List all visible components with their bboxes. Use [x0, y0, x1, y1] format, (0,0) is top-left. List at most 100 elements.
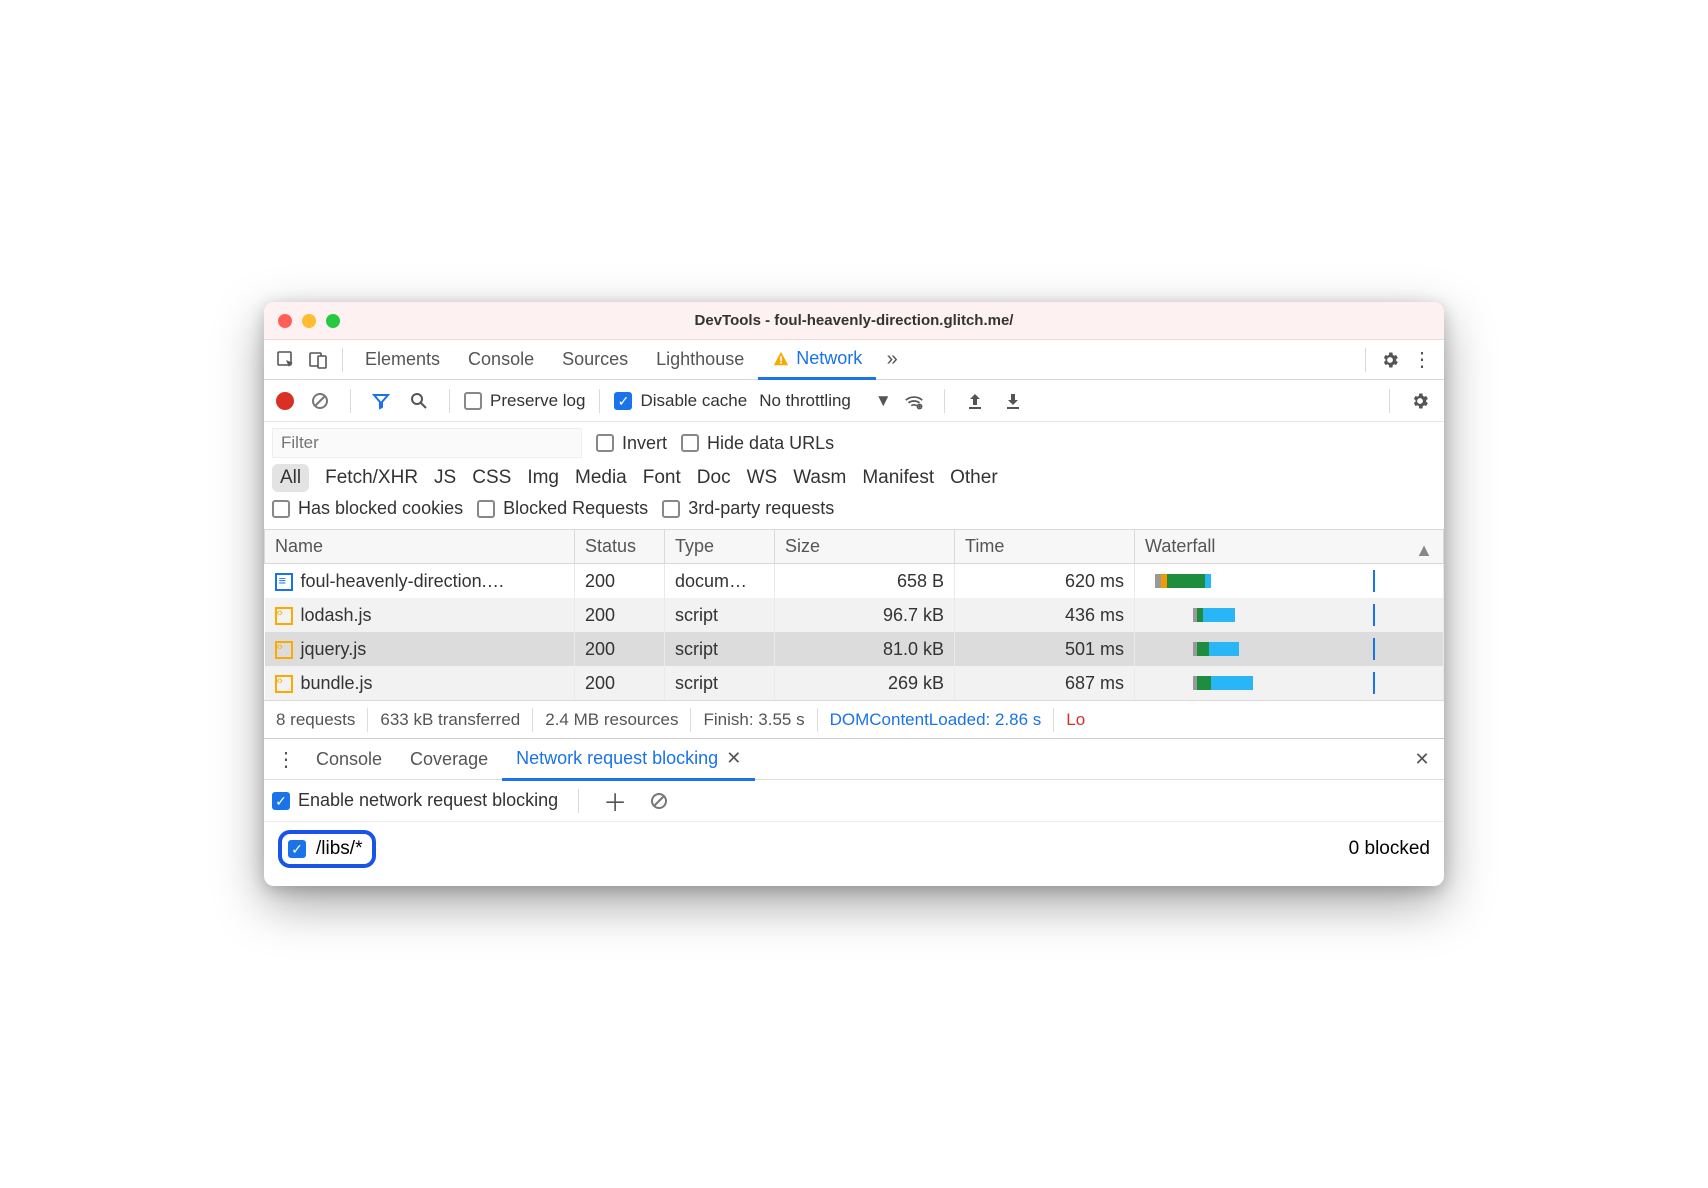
cell-size: 96.7 kB: [775, 598, 955, 632]
waterfall-cell: [1145, 604, 1433, 626]
filter-cat-font[interactable]: Font: [643, 467, 681, 489]
filter-funnel-icon[interactable]: [365, 385, 397, 417]
script-file-icon: [275, 675, 293, 693]
cell-type: script: [665, 598, 775, 632]
warning-icon: [772, 350, 790, 368]
cell-status: 200: [575, 666, 665, 700]
drawer-tab-console[interactable]: Console: [302, 738, 396, 780]
clear-patterns-icon[interactable]: [643, 785, 675, 817]
upload-har-icon[interactable]: [959, 385, 991, 417]
table-row[interactable]: jquery.js 200 script 81.0 kB 501 ms: [265, 632, 1444, 666]
settings-gear-icon[interactable]: [1374, 344, 1406, 376]
preserve-log-toggle[interactable]: Preserve log: [464, 391, 585, 411]
script-file-icon: [275, 641, 293, 659]
filter-cat-fetchxhr[interactable]: Fetch/XHR: [325, 467, 418, 489]
throttling-dropdown[interactable]: No throttling ▼: [759, 391, 892, 411]
pattern-entry-highlighted[interactable]: ✓ /libs/*: [278, 830, 376, 868]
hide-data-urls-toggle[interactable]: Hide data URLs: [681, 433, 834, 454]
close-tab-icon[interactable]: ✕: [726, 748, 741, 769]
filter-cat-js[interactable]: JS: [434, 467, 456, 489]
filter-categories: All Fetch/XHR JS CSS Img Media Font Doc …: [272, 464, 1436, 492]
tab-sources[interactable]: Sources: [548, 340, 642, 380]
table-row[interactable]: bundle.js 200 script 269 kB 687 ms: [265, 666, 1444, 700]
col-type[interactable]: Type: [665, 530, 775, 564]
window-title: DevTools - foul-heavenly-direction.glitc…: [264, 312, 1444, 329]
checkbox-icon: [272, 500, 290, 518]
filter-cat-ws[interactable]: WS: [747, 467, 778, 489]
add-pattern-icon[interactable]: ＋: [599, 785, 631, 817]
cell-size: 269 kB: [775, 666, 955, 700]
invert-label: Invert: [622, 433, 667, 454]
search-icon[interactable]: [403, 385, 435, 417]
col-waterfall[interactable]: Waterfall▲: [1135, 530, 1444, 564]
col-time[interactable]: Time: [955, 530, 1135, 564]
drawer-tab-coverage[interactable]: Coverage: [396, 738, 502, 780]
enable-blocking-toggle[interactable]: ✓ Enable network request blocking: [272, 790, 558, 811]
tab-console[interactable]: Console: [454, 340, 548, 380]
third-party-label: 3rd-party requests: [688, 498, 834, 519]
cell-name: bundle.js: [301, 673, 373, 693]
cell-size: 658 B: [775, 564, 955, 599]
blocked-requests-toggle[interactable]: Blocked Requests: [477, 498, 648, 519]
checkbox-icon: [662, 500, 680, 518]
filter-cat-img[interactable]: Img: [527, 467, 559, 489]
cell-time: 620 ms: [955, 564, 1135, 599]
cell-time: 436 ms: [955, 598, 1135, 632]
script-file-icon: [275, 607, 293, 625]
network-settings-gear-icon[interactable]: [1404, 385, 1436, 417]
record-button[interactable]: [276, 392, 294, 410]
filter-cat-css[interactable]: CSS: [472, 467, 511, 489]
tab-lighthouse[interactable]: Lighthouse: [642, 340, 758, 380]
hide-data-label: Hide data URLs: [707, 433, 834, 454]
enable-blocking-label: Enable network request blocking: [298, 790, 558, 811]
cell-type: script: [665, 632, 775, 666]
clear-icon[interactable]: [304, 385, 336, 417]
download-har-icon[interactable]: [997, 385, 1029, 417]
status-transferred: 633 kB transferred: [368, 708, 533, 732]
filter-cat-all[interactable]: All: [272, 464, 309, 492]
pattern-text: /libs/*: [316, 838, 362, 860]
col-size[interactable]: Size: [775, 530, 955, 564]
cell-size: 81.0 kB: [775, 632, 955, 666]
checkbox-icon: [477, 500, 495, 518]
dropdown-caret-icon: ▼: [875, 391, 892, 411]
pattern-row: ✓ /libs/* 0 blocked: [264, 822, 1444, 886]
tab-elements[interactable]: Elements: [351, 340, 454, 380]
cell-type: script: [665, 666, 775, 700]
status-domcontentloaded: DOMContentLoaded: 2.86 s: [818, 708, 1055, 732]
blocked-cookies-toggle[interactable]: Has blocked cookies: [272, 498, 463, 519]
cell-name: foul-heavenly-direction.…: [301, 571, 505, 591]
drawer-tab-request-blocking[interactable]: Network request blocking ✕: [502, 739, 755, 781]
cell-status: 200: [575, 632, 665, 666]
checkbox-icon: [464, 392, 482, 410]
panel-tabs: Elements Console Sources Lighthouse Netw…: [264, 340, 1444, 380]
filter-cat-manifest[interactable]: Manifest: [862, 467, 934, 489]
filter-input[interactable]: [272, 428, 582, 458]
drawer-kebab-icon[interactable]: ⋮: [270, 743, 302, 775]
preserve-log-label: Preserve log: [490, 391, 585, 411]
filter-cat-doc[interactable]: Doc: [697, 467, 731, 489]
table-row[interactable]: foul-heavenly-direction.… 200 docum… 658…: [265, 564, 1444, 599]
filter-cat-other[interactable]: Other: [950, 467, 998, 489]
close-drawer-icon[interactable]: ✕: [1406, 743, 1438, 775]
inspect-element-icon[interactable]: [270, 344, 302, 376]
waterfall-cell: [1145, 672, 1433, 694]
cell-time: 501 ms: [955, 632, 1135, 666]
col-name[interactable]: Name: [265, 530, 575, 564]
network-conditions-icon[interactable]: [898, 385, 930, 417]
tab-network[interactable]: Network: [758, 340, 876, 380]
filter-cat-media[interactable]: Media: [575, 467, 627, 489]
third-party-toggle[interactable]: 3rd-party requests: [662, 498, 834, 519]
table-row[interactable]: lodash.js 200 script 96.7 kB 436 ms: [265, 598, 1444, 632]
throttling-label: No throttling: [759, 391, 851, 411]
more-tabs-icon[interactable]: »: [876, 344, 908, 376]
drawer-tab-blocking-label: Network request blocking: [516, 748, 718, 769]
status-resources: 2.4 MB resources: [533, 708, 691, 732]
device-toggle-icon[interactable]: [302, 344, 334, 376]
filter-cat-wasm[interactable]: Wasm: [793, 467, 846, 489]
invert-toggle[interactable]: Invert: [596, 433, 667, 454]
kebab-menu-icon[interactable]: ⋮: [1406, 344, 1438, 376]
col-status[interactable]: Status: [575, 530, 665, 564]
disable-cache-toggle[interactable]: ✓ Disable cache: [614, 391, 747, 411]
cell-status: 200: [575, 564, 665, 599]
